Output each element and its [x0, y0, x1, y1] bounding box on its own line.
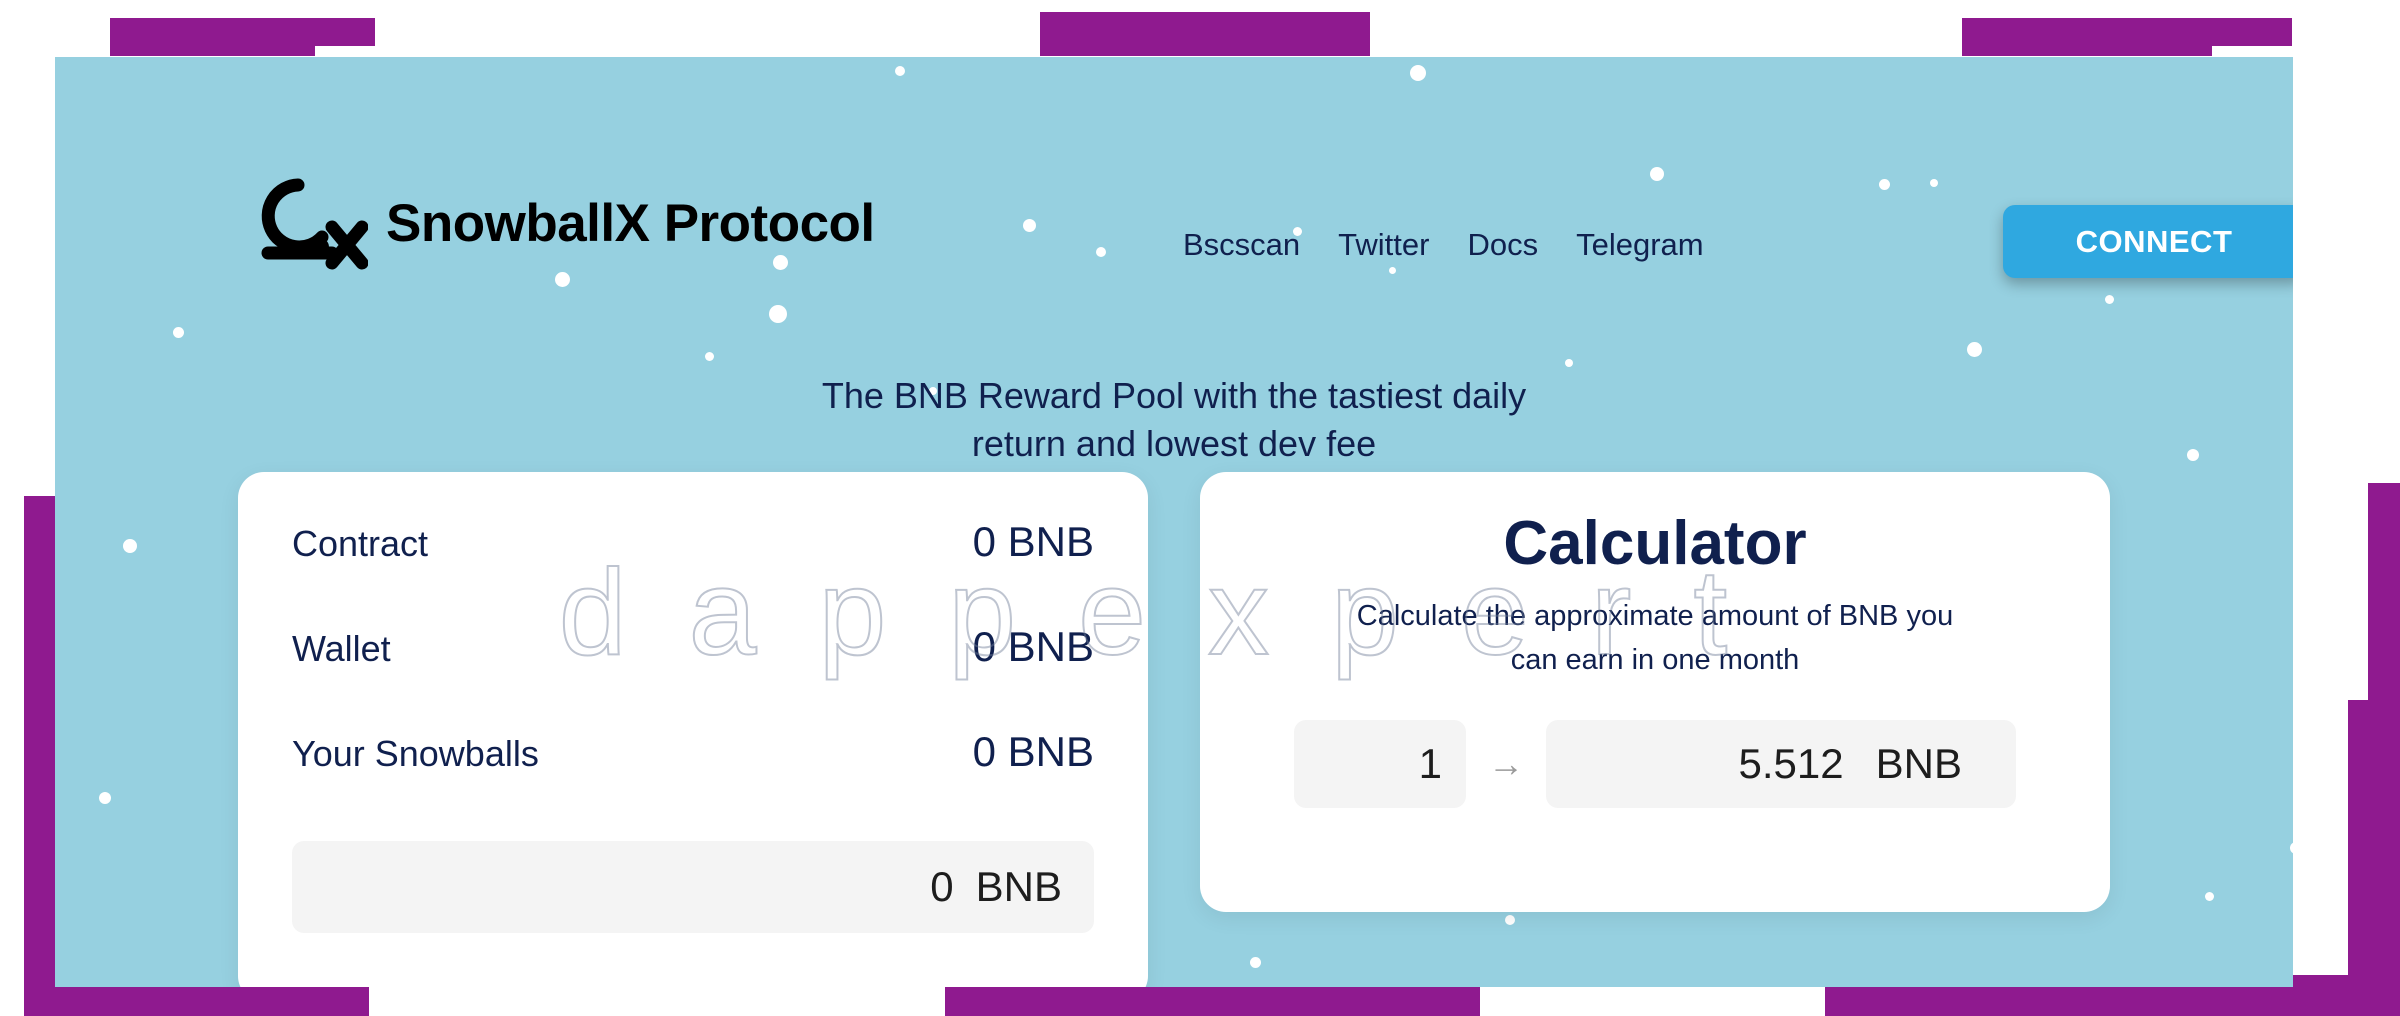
calculator-result-unit: BNB: [1875, 740, 1962, 787]
calculator-title: Calculator: [1503, 509, 1807, 578]
amount-input-value: 0: [930, 863, 954, 910]
redaction-bar-top-mid: [1040, 12, 1370, 56]
brand[interactable]: SnowballX Protocol: [236, 175, 875, 271]
nav-link-twitter[interactable]: Twitter: [1338, 227, 1429, 263]
hero-tagline: The BNB Reward Pool with the tastiest da…: [821, 375, 1527, 464]
connect-wallet-button[interactable]: CONNECT: [2003, 205, 2293, 278]
stat-label-wallet: Wallet: [292, 628, 391, 669]
stat-label-contract: Contract: [292, 523, 429, 564]
app-panel: SnowballX Protocol Bscscan Twitter Docs …: [55, 57, 2293, 987]
snowball-x-logo-icon: [261, 178, 368, 270]
nav-link-bscscan[interactable]: Bscscan: [1183, 227, 1300, 263]
brand-title: SnowballX Protocol: [386, 193, 875, 253]
redaction-bar-top-right-2: [1962, 18, 2212, 56]
stat-row-contract: Contract 0 BNB: [292, 518, 1094, 623]
snow-dot: [1389, 267, 1396, 274]
snow-dot: [555, 272, 570, 287]
snow-dot: [1967, 342, 1982, 357]
stat-row-wallet: Wallet 0 BNB: [292, 623, 1094, 728]
redaction-bar-top-left-2: [110, 18, 315, 56]
nav-link-docs[interactable]: Docs: [1467, 227, 1538, 263]
redaction-bar-right-block: [2348, 700, 2400, 1016]
redaction-bar-left-edge: [24, 496, 59, 751]
calculator-result: 5.512 BNB: [1546, 720, 2016, 808]
stat-label-your-snowballs: Your Snowballs: [292, 733, 539, 774]
snow-dot: [2105, 295, 2114, 304]
site-header: SnowballX Protocol Bscscan Twitter Docs …: [55, 57, 2293, 278]
snow-dot: [173, 327, 184, 338]
calculator-result-value: 5.512: [1738, 740, 1844, 787]
stat-value-wallet: 0 BNB: [972, 623, 1094, 670]
snow-dot: [705, 352, 714, 361]
stat-row-your-snowballs: Your Snowballs 0 BNB: [292, 728, 1094, 833]
snow-dot: [1565, 359, 1573, 367]
calculator-subtitle: Calculate the approximate amount of BNB …: [1356, 600, 1954, 676]
arrow-right-icon: →: [1488, 743, 1524, 784]
snow-dot: [769, 305, 787, 323]
main-nav: Bscscan Twitter Docs Telegram: [1183, 227, 1704, 263]
nav-link-telegram[interactable]: Telegram: [1576, 227, 1704, 263]
amount-input-unit: BNB: [975, 863, 1062, 910]
snow-dot: [1096, 247, 1106, 257]
amount-input[interactable]: 0 BNB: [292, 841, 1094, 933]
calculator-row: → 5.512 BNB: [1258, 720, 2052, 808]
calculator-amount-input[interactable]: [1294, 720, 1466, 808]
calculator-card: Calculator Calculate the approximate amo…: [1200, 472, 2110, 912]
stat-value-contract: 0 BNB: [972, 518, 1094, 565]
stats-card: Contract 0 BNB Wallet 0 BNB Your Snowbal…: [238, 472, 1148, 987]
stat-value-your-snowballs: 0 BNB: [972, 728, 1094, 775]
cards-row: Contract 0 BNB Wallet 0 BNB Your Snowbal…: [55, 472, 2293, 987]
screenshot-root: SnowballX Protocol Bscscan Twitter Docs …: [0, 0, 2400, 1016]
